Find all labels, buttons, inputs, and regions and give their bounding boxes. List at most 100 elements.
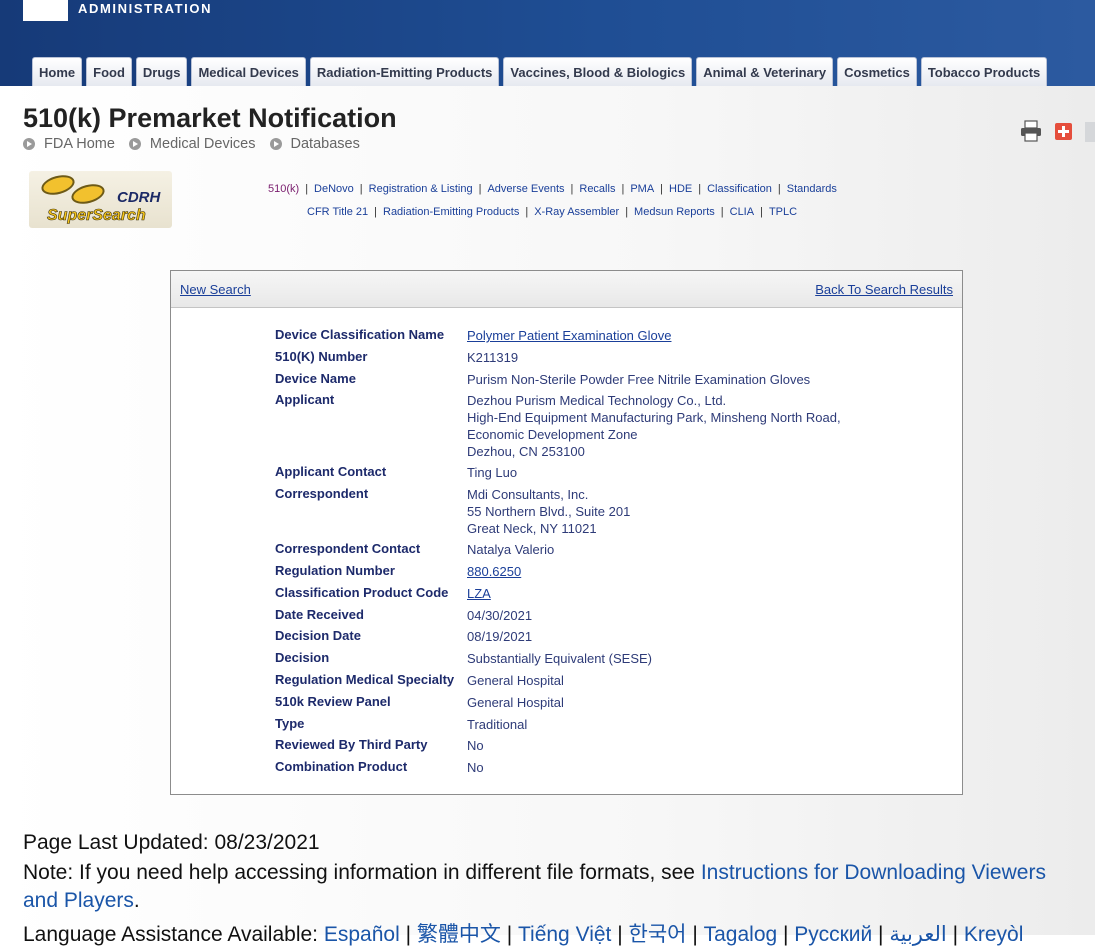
field-value: 880.6250	[467, 563, 521, 580]
link-separator: |	[760, 206, 763, 218]
db-link-tplc[interactable]: TPLC	[769, 206, 797, 218]
database-links-row-2: CFR Title 21 | Radiation-Emitting Products…	[307, 206, 797, 218]
nav-tab-animal-veterinary[interactable]: Animal & Veterinary	[696, 57, 834, 86]
new-search-link[interactable]: New Search	[180, 282, 251, 297]
field-value-line: Purism Non-Sterile Powder Free Nitrile E…	[467, 371, 811, 387]
db-link-pma[interactable]: PMA	[630, 183, 654, 195]
field-value-line: 55 Northern Blvd., Suite 201	[467, 504, 631, 520]
field-value-line: 04/30/2021	[467, 607, 533, 623]
field-label: 510(K) Number	[275, 348, 368, 364]
breadcrumb-label[interactable]: FDA Home	[44, 136, 115, 152]
field-value: Traditional	[467, 716, 527, 733]
db-link-standards[interactable]: Standards	[787, 183, 837, 195]
field-value-line: General Hospital	[467, 694, 564, 710]
field-label: Correspondent	[275, 486, 369, 502]
field-label: Applicant	[275, 392, 335, 408]
site-header: ADMINISTRATION Home Food Drugs Medical Devi…	[0, 0, 1095, 86]
field-value: Purism Non-Sterile Powder Free Nitrile E…	[467, 371, 810, 388]
field-value-line: No	[467, 738, 484, 754]
field-value: LZA	[467, 585, 491, 602]
cdrh-supersearch-logo[interactable]: CDRH SuperSearch	[29, 171, 172, 228]
nav-tab-medical-devices[interactable]: Medical Devices	[191, 57, 306, 86]
field-value: General Hospital	[467, 694, 564, 711]
db-link-recalls[interactable]: Recalls	[579, 183, 615, 195]
db-link-medsun-reports[interactable]: Medsun Reports	[634, 206, 715, 218]
field-value-line: K211319	[467, 349, 519, 365]
nav-tab-home[interactable]: Home	[32, 57, 83, 86]
link-separator: |	[525, 206, 529, 218]
db-link-classification[interactable]: Classification	[707, 183, 772, 195]
email-icon[interactable]	[1085, 122, 1095, 142]
link-separator: |	[660, 183, 664, 195]
db-link-x-ray-assembler[interactable]: X-Ray Assembler	[534, 206, 619, 218]
nav-tab-food[interactable]: Food	[86, 57, 132, 86]
field-label: Regulation Medical Specialty	[275, 672, 455, 687]
agency-name: ADMINISTRATION	[78, 1, 213, 16]
db-link-cfr-title-21[interactable]: CFR Title 21	[307, 206, 368, 218]
fda-logo[interactable]	[23, 0, 68, 21]
binoculars-lens-icon	[69, 180, 107, 208]
field-label: Regulation Number	[275, 563, 395, 578]
db-link-adverse-events[interactable]: Adverse Events	[487, 183, 564, 195]
db-link-denovo[interactable]: DeNovo	[314, 183, 354, 195]
link-separator: |	[478, 183, 482, 195]
field-label: Type	[275, 715, 305, 731]
breadcrumb-label[interactable]: Medical Devices	[150, 136, 256, 152]
field-value-line: 08/19/2021	[467, 629, 533, 645]
share-plus-icon[interactable]	[1055, 123, 1072, 140]
logo-text-supersearch: SuperSearch	[47, 207, 146, 225]
field-value-line: Ting Luo	[467, 465, 518, 481]
field-value: Natalya Valerio	[467, 541, 554, 558]
field-value: Ting Luo	[467, 464, 517, 481]
db-link-clia[interactable]: CLIA	[730, 206, 754, 218]
breadcrumb-label[interactable]: Databases	[291, 136, 360, 152]
field-value: Mdi Consultants, Inc. 55 Northern Blvd., …	[467, 486, 630, 537]
language-assistance: Language Assistance Available: Español |…	[23, 918, 1023, 948]
footer-note-end: .	[133, 889, 140, 912]
page-last-updated: Page Last Updated: 08/23/2021	[23, 831, 320, 854]
db-link-radiation-emitting-products[interactable]: Radiation-Emitting Products	[383, 206, 519, 218]
nav-tab-cosmetics[interactable]: Cosmetics	[837, 57, 917, 86]
field-value: 08/19/2021	[467, 628, 532, 645]
breadcrumb-item-databases[interactable]: Databases	[269, 136, 360, 152]
field-value-link[interactable]: 880.6250	[467, 564, 521, 579]
page-content: 510(k) Premarket Notification FDA Home Me…	[0, 86, 1095, 946]
field-value: General Hospital	[467, 672, 564, 689]
nav-tab-vaccines-blood-biologics[interactable]: Vaccines, Blood & Biologics	[503, 57, 693, 86]
field-value-line: Substantially Equivalent (SESE)	[467, 651, 652, 667]
field-value-line: General Hospital	[467, 673, 564, 688]
field-value-link[interactable]: LZA	[467, 586, 491, 601]
field-label: Decision Date	[275, 628, 361, 644]
field-value-link[interactable]: Polymer Patient Examination Glove	[467, 328, 671, 343]
field-value: No	[467, 759, 484, 776]
link-separator: |	[621, 183, 625, 195]
field-value-line: Mdi Consultants, Inc.	[467, 487, 589, 503]
arrow-bullet-icon	[23, 138, 35, 150]
footer-note: Note: If you need help accessing informa…	[23, 859, 1073, 915]
database-links-row-1: 510(k) | DeNovo | Registration & Listing | Adv…	[268, 183, 837, 195]
field-label: Date Received	[275, 606, 364, 622]
logo-text-cdrh: CDRH	[117, 189, 161, 206]
nav-tab-radiation-emitting-products[interactable]: Radiation-Emitting Products	[309, 57, 500, 86]
db-link-hde[interactable]: HDE	[669, 183, 692, 195]
db-link-510-k[interactable]: 510(k)	[268, 183, 299, 195]
field-value-line: Traditional	[467, 716, 528, 732]
db-link-registration-listing[interactable]: Registration & Listing	[369, 183, 473, 195]
field-value: K211319	[467, 349, 518, 366]
field-value: Dezhou Purism Medical Technology Co., Lt…	[467, 392, 841, 460]
back-to-search-results-link[interactable]: Back To Search Results	[815, 282, 953, 297]
link-separator: |	[720, 206, 724, 218]
nav-tab-tobacco-products[interactable]: Tobacco Products	[920, 57, 1048, 86]
breadcrumb-item-medical-devices[interactable]: Medical Devices	[128, 136, 256, 152]
field-label: Applicant Contact	[275, 464, 387, 480]
page-title: 510(k) Premarket Notification	[23, 103, 397, 133]
field-value: No	[467, 737, 484, 754]
printer-icon[interactable]	[1020, 120, 1042, 142]
field-value-line: Economic Development Zone	[467, 427, 638, 443]
breadcrumb-item-fda-home[interactable]: FDA Home	[23, 136, 115, 152]
link-separator: |	[359, 183, 363, 195]
main-nav: Home Food Drugs Medical Devices Radiation-Em…	[32, 57, 1048, 86]
field-label: Device Classification Name	[275, 327, 445, 342]
field-value-line: No	[467, 760, 484, 776]
nav-tab-drugs[interactable]: Drugs	[135, 57, 188, 86]
